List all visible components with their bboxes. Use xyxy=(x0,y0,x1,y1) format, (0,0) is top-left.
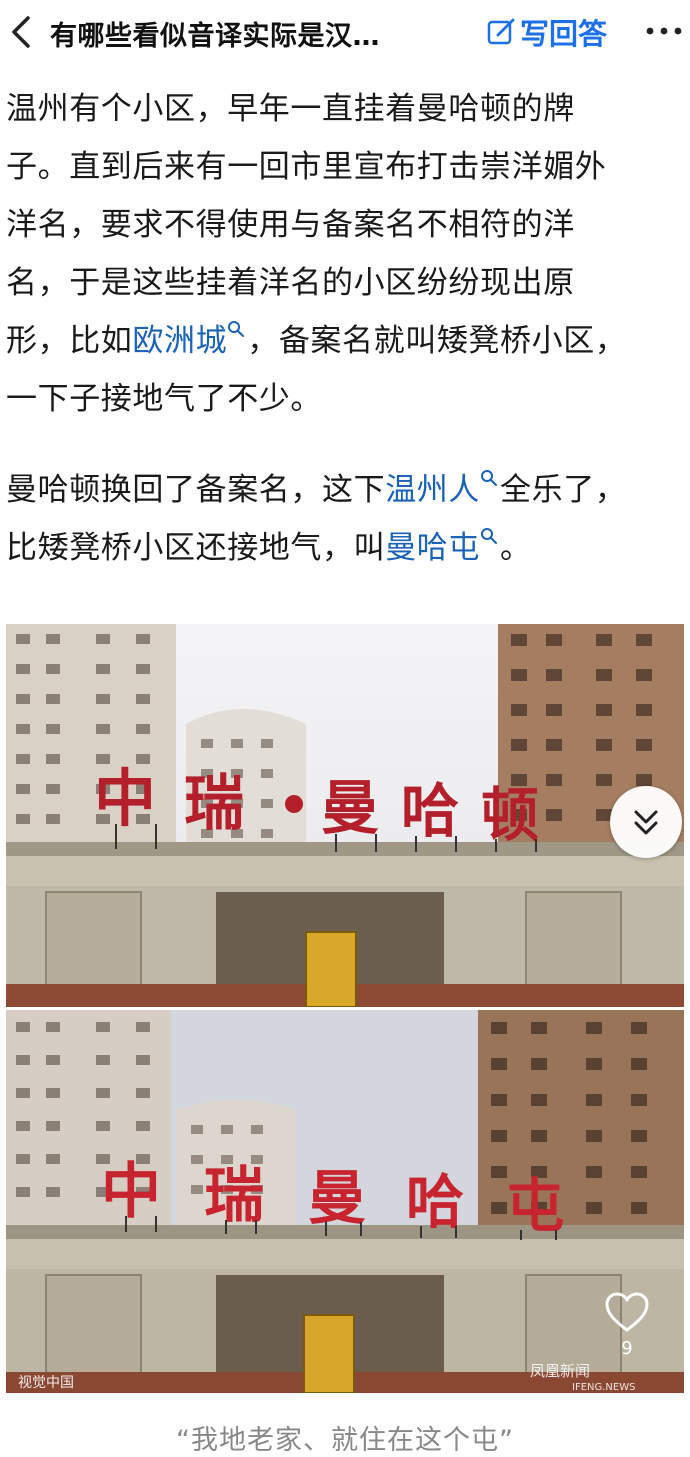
back-arrow-icon[interactable] xyxy=(4,12,40,52)
text-line: 比矮凳桥小区还接地气，叫曼哈屯。 xyxy=(6,519,676,577)
text-segment: 形，比如 xyxy=(6,323,133,359)
sign-char: 曼 xyxy=(308,1164,366,1232)
text-segment: 比矮凳桥小区还接地气，叫 xyxy=(6,530,386,566)
sign-char: 哈 xyxy=(406,1168,464,1236)
double-chevron-down-icon xyxy=(634,810,658,835)
search-link-oushoucheng[interactable]: 欧洲城 xyxy=(132,321,247,359)
text-line: 曼哈顿换回了备案名，这下温州人 全乐了， xyxy=(6,461,676,519)
question-title[interactable]: 有哪些看似音译实际是汉… xyxy=(50,14,430,53)
text-segment: 。 xyxy=(500,530,532,566)
photo-manhattan-sign[interactable]: 中 瑞 曼 哈 顿 xyxy=(6,624,684,1007)
search-icon xyxy=(481,470,498,486)
top-bar: 有哪些看似音译实际是汉… 写回答 xyxy=(0,0,690,64)
text-segment: 曼哈顿换回了备案名，这下 xyxy=(6,472,386,508)
search-icon xyxy=(481,528,498,544)
watermark-source: 视觉中国 xyxy=(18,1375,74,1391)
sign-char: 哈 xyxy=(401,777,459,845)
edit-icon xyxy=(487,18,515,45)
write-answer-label: 写回答 xyxy=(520,17,608,51)
image-caption: “我地老家、就住在这个屯” xyxy=(176,1425,514,1456)
text-line: 温州有个小区，早年一直挂着曼哈顿的牌 xyxy=(6,91,575,127)
search-link-manhatun[interactable]: 曼哈屯 xyxy=(385,528,500,566)
text-line: 洋名，要求不得使用与备案名不相符的洋 xyxy=(6,207,575,243)
link-text: 曼哈屯 xyxy=(385,530,481,566)
sign-char: 屯 xyxy=(506,1172,564,1240)
photo-scene: 中 瑞 曼 哈 顿 xyxy=(6,624,684,1007)
text-line: 子。直到后来有一回市里宣布打击崇洋媚外 xyxy=(6,149,607,185)
photo-manhatun-sign[interactable]: 中 瑞 曼 哈 屯 xyxy=(6,1010,684,1393)
sign-char: 中 xyxy=(101,1157,161,1227)
expand-button[interactable] xyxy=(610,786,682,858)
text-segment: 全乐了， xyxy=(500,472,627,508)
text-line: 名，于是这些挂着洋名的小区纷纷现出原 xyxy=(6,265,575,301)
text-line: 一下子接地气了不少。 xyxy=(6,381,322,417)
photo-scene: 中 瑞 曼 哈 屯 xyxy=(6,1010,684,1393)
like-count: 9 xyxy=(621,1338,633,1359)
text-line: 形，比如欧洲城 ，备案名就叫矮凳桥小区， xyxy=(6,312,676,370)
answer-paragraph-1: 温州有个小区，早年一直挂着曼哈顿的牌 子。直到后来有一回市里宣布打击崇洋媚外 洋… xyxy=(6,80,676,428)
link-text: 温州人 xyxy=(385,472,481,508)
watermark-ifeng: 凤凰新闻 xyxy=(530,1362,591,1380)
heart-icon[interactable] xyxy=(604,1292,650,1334)
text-segment: ，备案名就叫矮凳桥小区， xyxy=(247,323,627,359)
search-icon xyxy=(228,321,245,337)
watermark-ifeng-sub: IFENG.NEWS xyxy=(572,1382,636,1393)
search-link-wenzhouren[interactable]: 温州人 xyxy=(385,470,500,508)
link-text: 欧洲城 xyxy=(132,323,228,359)
sign-char: 顿 xyxy=(481,781,539,849)
more-options-icon[interactable] xyxy=(644,22,684,40)
sign-char: 中 xyxy=(94,762,156,835)
sign-char: 曼 xyxy=(321,774,379,842)
answer-paragraph-2: 曼哈顿换回了备案名，这下温州人 全乐了， 比矮凳桥小区还接地气，叫曼哈屯。 xyxy=(6,461,676,577)
sign-char: 瑞 xyxy=(184,769,244,839)
write-answer-button[interactable]: 写回答 xyxy=(486,12,607,52)
